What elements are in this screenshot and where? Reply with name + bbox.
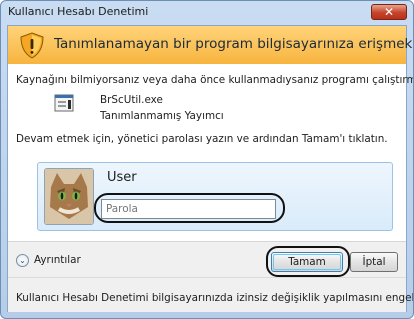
button-bar: ⌄ Ayrıntılar Tamam İptal <box>8 242 406 277</box>
dialog-content: Tanımlanamayan bir program bilgisayarını… <box>7 25 413 312</box>
cat-avatar-icon <box>45 169 93 224</box>
username-label: User <box>107 170 137 185</box>
instruction-text: Devam etmek için, yönetici parolası yazı… <box>16 133 388 145</box>
program-publisher: Tanımlanmamış Yayımcı <box>100 110 224 122</box>
user-avatar <box>44 168 94 225</box>
ok-button[interactable]: Tamam <box>271 252 343 272</box>
details-label[interactable]: Ayrıntılar <box>34 254 81 266</box>
chevron-down-icon[interactable]: ⌄ <box>16 254 29 267</box>
program-icon <box>54 94 74 112</box>
banner-heading: Tanımlanamayan bir program bilgisayarını… <box>54 36 413 52</box>
credential-tile[interactable]: User <box>37 162 393 231</box>
cancel-button[interactable]: İptal <box>350 252 398 272</box>
uac-dialog: Kullanıcı Hesabı Denetimi ✕ Tanımlanamay… <box>0 0 414 319</box>
window-title: Kullanıcı Hesabı Denetimi <box>8 5 149 18</box>
shield-warning-icon <box>20 32 44 59</box>
warning-banner: Tanımlanamayan bir program bilgisayarını… <box>8 26 413 64</box>
footer-text: Kullanıcı Hesabı Denetimi bilgisayarınız… <box>16 292 414 304</box>
intro-text: Kaynağını bilmiyorsanız veya daha önce k… <box>16 74 414 86</box>
password-field[interactable] <box>101 199 276 219</box>
footer: Kullanıcı Hesabı Denetimi bilgisayarınız… <box>8 277 413 312</box>
program-name: BrScUtil.exe <box>100 94 163 106</box>
ok-button-label[interactable]: Tamam <box>288 256 326 268</box>
close-button[interactable]: ✕ <box>371 4 407 20</box>
title-bar: Kullanıcı Hesabı Denetimi ✕ <box>1 1 413 25</box>
